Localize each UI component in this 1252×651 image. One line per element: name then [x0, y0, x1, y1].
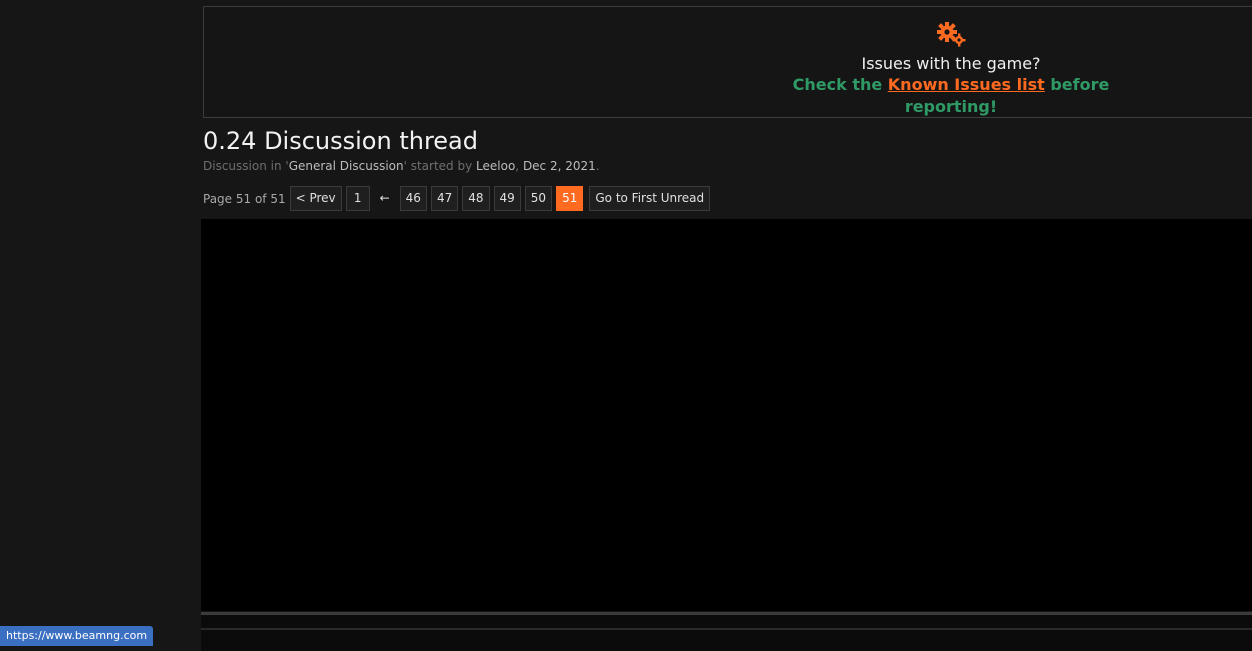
page-skip-arrow-icon[interactable]: ← [374, 186, 396, 211]
forum-link[interactable]: General Discussion [289, 159, 404, 173]
thread-date[interactable]: Dec 2, 2021 [523, 159, 596, 173]
meta-mid: ' started by [403, 159, 477, 173]
page-nav: Page 51 of 51 < Prev 1 ← 46 47 48 49 50 … [203, 186, 714, 211]
page: Issues with the game? Check the Known Is… [0, 0, 1252, 651]
notice-content: Issues with the game? Check the Known Is… [749, 21, 1153, 118]
known-issues-link[interactable]: Known Issues list [888, 75, 1045, 94]
thread-meta: Discussion in 'General Discussion' start… [203, 158, 600, 174]
page-48-button[interactable]: 48 [462, 186, 490, 211]
page-49-button[interactable]: 49 [493, 186, 521, 211]
notice-prefix: Check the [792, 75, 888, 94]
first-unread-button[interactable]: Go to First Unread [589, 186, 711, 211]
page-50-button[interactable]: 50 [524, 186, 553, 211]
notice-question: Issues with the game? [861, 54, 1041, 73]
meta-end: . [595, 159, 600, 173]
author-link[interactable]: Leeloo [476, 159, 515, 173]
meta-prefix: Discussion in ' [203, 159, 289, 173]
known-issues-notice: Issues with the game? Check the Known Is… [203, 6, 1252, 118]
page-47-button[interactable]: 47 [430, 186, 459, 211]
current-page-button[interactable]: 51 [556, 186, 584, 211]
page-46-button[interactable]: 46 [399, 186, 427, 211]
gears-icon [934, 21, 968, 47]
post-area [201, 615, 1252, 651]
status-bar-url: https://www.beamng.com [0, 626, 154, 646]
prev-page-button[interactable]: < Prev [289, 186, 342, 211]
page-1-button[interactable]: 1 [345, 186, 370, 211]
thread-title: 0.24 Discussion thread [203, 127, 478, 155]
notice-instruction: Check the Known Issues list before repor… [749, 74, 1153, 118]
page-count-label: Page 51 of 51 [203, 191, 286, 206]
meta-date-sep: , [515, 159, 523, 173]
embedded-content-area [201, 219, 1252, 611]
post-separator [201, 628, 1252, 630]
